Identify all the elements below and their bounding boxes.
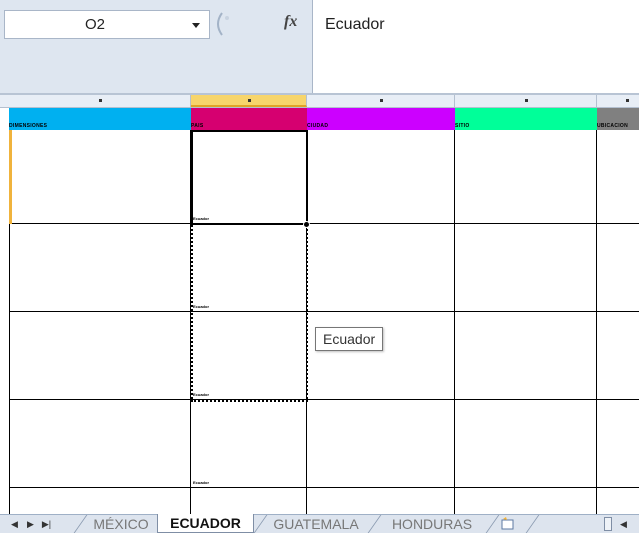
grid-cell[interactable]: Ecuador — [191, 130, 307, 224]
row-selection-indicator — [9, 130, 12, 224]
next-sheet-icon[interactable]: ▶| — [40, 517, 53, 531]
grid-cell[interactable] — [455, 130, 597, 224]
column-header-row — [0, 95, 639, 108]
column-header[interactable] — [597, 95, 639, 107]
spreadsheet-window: O2 fx Ecuador DIMENSIONES PAIS CIUDAD SITIO… — [0, 0, 639, 533]
formula-bar-expanded-area — [0, 52, 312, 93]
grid-cell[interactable] — [9, 312, 191, 400]
autocomplete-tooltip: Ecuador — [315, 327, 384, 351]
sheet-tab-bar: ◀ ▶ ▶| MÉXICO ECUADOR GUATEMALA HONDURAS… — [0, 514, 639, 533]
formula-text[interactable]: Ecuador — [325, 16, 385, 34]
column-header[interactable] — [307, 95, 455, 107]
name-box[interactable]: O2 — [4, 10, 210, 39]
grid-cell[interactable]: Ecuador — [191, 400, 307, 488]
header-cell[interactable]: SITIO — [455, 108, 597, 130]
grid-cell[interactable] — [597, 312, 639, 400]
column-header[interactable] — [9, 95, 191, 107]
tab-honduras[interactable]: HONDURAS — [382, 515, 482, 533]
grid-cell[interactable] — [597, 400, 639, 488]
grid-cell[interactable] — [307, 130, 455, 224]
column-letter — [247, 99, 251, 102]
column-letter — [524, 99, 528, 102]
tab-split-handle[interactable] — [604, 517, 612, 531]
grid-cell[interactable] — [9, 224, 191, 312]
tab-mexico[interactable]: MÉXICO — [86, 515, 156, 533]
insert-function-icon[interactable]: fx — [284, 13, 297, 31]
cell-value: Ecuador — [193, 304, 210, 309]
first-sheet-icon[interactable]: ◀ — [8, 517, 21, 531]
header-cell[interactable]: PAIS — [191, 108, 307, 130]
header-label: UBICACION — [597, 123, 629, 129]
name-box-value[interactable]: O2 — [5, 11, 185, 38]
prev-sheet-icon[interactable]: ▶ — [24, 517, 37, 531]
header-label: SITIO — [455, 123, 470, 129]
tab-separator — [485, 515, 500, 533]
cell-value: Ecuador — [193, 480, 210, 485]
formula-bar-resize-icon[interactable] — [210, 11, 238, 37]
scroll-left-icon[interactable]: ◀ — [620, 517, 627, 531]
header-label: PAIS — [191, 123, 204, 129]
fill-handle[interactable] — [303, 221, 310, 228]
column-letter — [98, 99, 102, 102]
tab-ecuador[interactable]: ECUADOR — [157, 514, 254, 533]
grid-cell[interactable]: Ecuador — [191, 224, 307, 312]
tab-guatemala[interactable]: GUATEMALA — [266, 515, 366, 533]
header-label: CIUDAD — [307, 123, 329, 129]
header-label: DIMENSIONES — [9, 123, 48, 129]
grid-cell[interactable] — [307, 400, 455, 488]
cell-value: Ecuador — [193, 392, 210, 397]
insert-sheet-icon[interactable] — [500, 517, 516, 531]
grid-cell[interactable] — [307, 312, 455, 400]
header-cell[interactable]: DIMENSIONES — [9, 108, 191, 130]
cell-value: Ecuador — [193, 216, 210, 221]
grid-cell[interactable] — [9, 130, 191, 224]
column-header[interactable] — [191, 95, 307, 107]
name-box-dropdown-icon[interactable] — [186, 11, 206, 38]
formula-input[interactable]: Ecuador — [312, 0, 639, 93]
column-letter — [625, 99, 629, 102]
grid-cell[interactable] — [455, 400, 597, 488]
header-cell[interactable]: UBICACION — [597, 108, 639, 130]
tab-separator — [525, 515, 540, 533]
grid-cell[interactable] — [597, 130, 639, 224]
grid-cell[interactable] — [9, 400, 191, 488]
grid-cell[interactable] — [597, 224, 639, 312]
tab-separator — [367, 515, 382, 533]
grid-cell[interactable] — [455, 224, 597, 312]
column-letter — [379, 99, 383, 102]
grid-cell[interactable] — [307, 224, 455, 312]
grid-cell[interactable]: Ecuador — [191, 312, 307, 400]
formula-tools: fx — [210, 10, 312, 39]
grid-cell[interactable] — [455, 312, 597, 400]
column-header[interactable] — [455, 95, 597, 107]
header-cell[interactable]: CIUDAD — [307, 108, 455, 130]
